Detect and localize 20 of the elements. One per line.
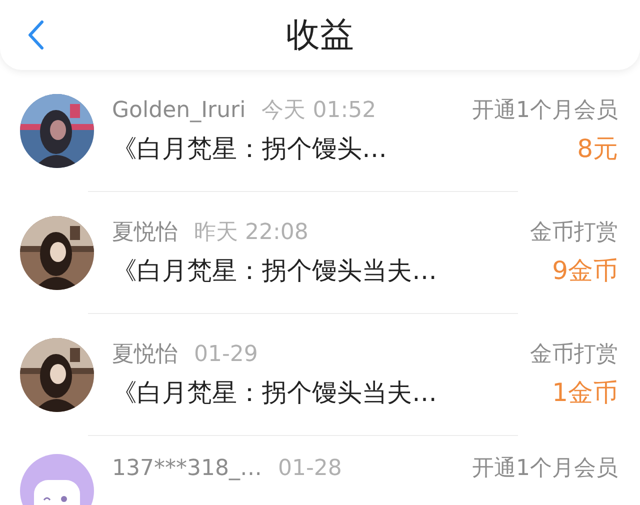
- user-name: 夏悦怡: [112, 341, 178, 369]
- book-title: 《白月梵星：拐个馒头…: [112, 133, 387, 165]
- book-title: 《白月梵星：拐个馒头当夫…: [112, 377, 437, 409]
- income-amount: 1金币: [552, 377, 618, 409]
- time-text: 01-29: [194, 341, 258, 369]
- income-amount: 9金币: [552, 255, 618, 287]
- page-title: 收益: [286, 14, 354, 56]
- back-icon: [27, 20, 45, 50]
- income-type: 开通1个月会员: [472, 455, 618, 483]
- income-type: 金币打赏: [530, 341, 618, 369]
- time-text: 昨天 22:08: [194, 219, 308, 247]
- income-amount: 8元: [577, 133, 618, 165]
- user-name: Golden_Iruri: [112, 97, 246, 125]
- income-type: 开通1个月会员: [472, 97, 618, 125]
- user-name: 夏悦怡: [112, 219, 178, 247]
- time-text: 今天 01:52: [262, 97, 376, 125]
- user-name: 137***318_…: [112, 455, 262, 483]
- book-title: 《白月梵星：拐个馒头当夫…: [112, 255, 437, 287]
- income-type: 金币打赏: [530, 219, 618, 247]
- time-text: 01-28: [278, 455, 342, 483]
